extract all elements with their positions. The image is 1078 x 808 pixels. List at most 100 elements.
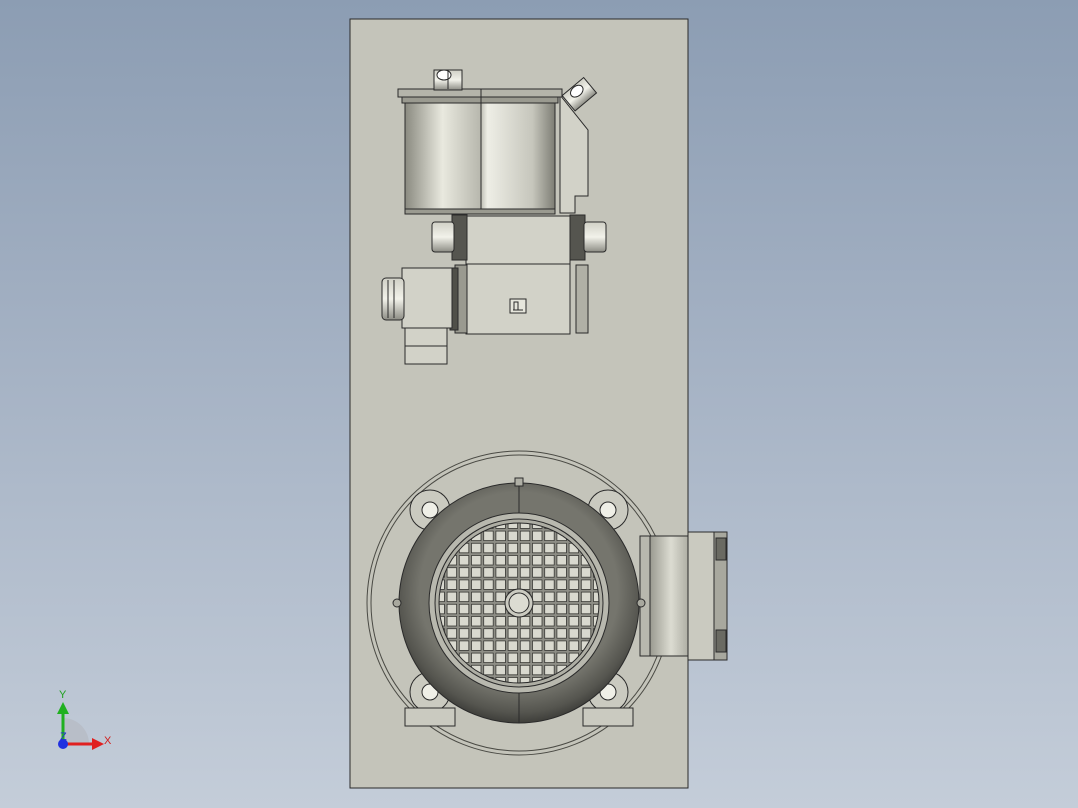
- grille-cell: [519, 652, 531, 663]
- grille-cell: [544, 616, 555, 627]
- grille-cell: [519, 628, 531, 639]
- grille-cell: [507, 555, 519, 566]
- grille-cell: [568, 616, 579, 627]
- grille-cell: [483, 640, 494, 651]
- grille-cell: [568, 567, 579, 578]
- grille-cell: [495, 579, 506, 590]
- grille-cell: [483, 579, 494, 590]
- grille-cell: [483, 567, 494, 578]
- grille-cell: [544, 652, 555, 663]
- grille-cell: [483, 530, 494, 541]
- axis-label-x: X: [104, 735, 112, 747]
- grille-cell: [446, 616, 458, 627]
- grille-cell: [507, 542, 519, 554]
- grille-cell: [519, 530, 531, 541]
- grille-cell: [556, 616, 567, 627]
- grille-cell: [568, 579, 579, 590]
- grille-cell: [495, 652, 506, 663]
- grille-cell: [544, 530, 555, 541]
- grille-cell: [556, 555, 567, 566]
- grille-cell: [507, 616, 519, 627]
- axis-label-y: Y: [59, 689, 67, 701]
- grille-cell: [483, 628, 494, 639]
- grille-cell: [507, 652, 519, 663]
- grille-cell: [532, 542, 543, 554]
- grille-cell: [568, 603, 579, 615]
- grille-cell: [471, 603, 482, 615]
- grille-cell: [495, 555, 506, 566]
- grille-cell: [507, 640, 519, 651]
- grille-cell: [483, 603, 494, 615]
- grille-cell: [519, 567, 531, 578]
- grille-cell: [580, 616, 592, 627]
- grille-cell: [532, 567, 543, 578]
- grille-cell: [519, 555, 531, 566]
- grille-cell: [556, 542, 567, 554]
- grille-cell: [471, 616, 482, 627]
- grille-cell: [471, 579, 482, 590]
- grille-cell: [458, 555, 470, 566]
- grille-cell: [544, 591, 555, 602]
- cad-viewport[interactable]: Y X Z: [0, 0, 1078, 808]
- grille-cell: [446, 591, 458, 602]
- grille-cell: [483, 591, 494, 602]
- grille-cell: [544, 555, 555, 566]
- grille-cell: [458, 591, 470, 602]
- grille-cell: [568, 555, 579, 566]
- grille-cell: [507, 579, 519, 590]
- grille-cell: [556, 567, 567, 578]
- grille-cell: [532, 652, 543, 663]
- grille-cell: [580, 603, 592, 615]
- grille-cell: [495, 542, 506, 554]
- model-view[interactable]: Y X Z: [0, 0, 1078, 808]
- grille-cell: [458, 579, 470, 590]
- grille-cell: [483, 616, 494, 627]
- grille-cell: [532, 555, 543, 566]
- grille-cell: [519, 616, 531, 627]
- grille-cell: [519, 640, 531, 651]
- grille-cell: [471, 640, 482, 651]
- grille-cell: [446, 603, 458, 615]
- grille-cell: [483, 555, 494, 566]
- grille-cell: [544, 567, 555, 578]
- grille-cell: [532, 530, 543, 541]
- grille-cell: [544, 542, 555, 554]
- grille-cell: [507, 628, 519, 639]
- grille-cell: [471, 591, 482, 602]
- grille-cell: [495, 603, 506, 615]
- grille-cell: [580, 567, 592, 578]
- grille-cell: [580, 591, 592, 602]
- grille-cell: [532, 628, 543, 639]
- grille-cell: [544, 579, 555, 590]
- grille-cell: [495, 530, 506, 541]
- grille-cell: [458, 603, 470, 615]
- grille-cell: [507, 664, 519, 676]
- grille-cell: [556, 628, 567, 639]
- grille-cell: [556, 652, 567, 663]
- grille-cell: [568, 591, 579, 602]
- grille-cell: [471, 555, 482, 566]
- grille-cell: [495, 591, 506, 602]
- grille-cell: [532, 640, 543, 651]
- top-nut-left: [433, 69, 463, 91]
- grille-cell: [471, 567, 482, 578]
- grille-cell: [495, 664, 506, 676]
- grille-cell: [532, 591, 543, 602]
- grille-cell: [544, 603, 555, 615]
- grille-cell: [446, 567, 458, 578]
- grille-cell: [458, 567, 470, 578]
- grille-cell: [532, 664, 543, 676]
- grille-cell: [519, 542, 531, 554]
- grille-cell: [556, 640, 567, 651]
- grille-cell: [580, 628, 592, 639]
- grille-cell: [568, 640, 579, 651]
- grille-cell: [483, 652, 494, 663]
- grille-cell: [532, 616, 543, 627]
- grille-cell: [495, 628, 506, 639]
- grille-cell: [471, 652, 482, 663]
- grille-cell: [556, 603, 567, 615]
- grille-cell: [458, 616, 470, 627]
- grille-cell: [519, 664, 531, 676]
- grille-cell: [458, 640, 470, 651]
- grille-cell: [568, 628, 579, 639]
